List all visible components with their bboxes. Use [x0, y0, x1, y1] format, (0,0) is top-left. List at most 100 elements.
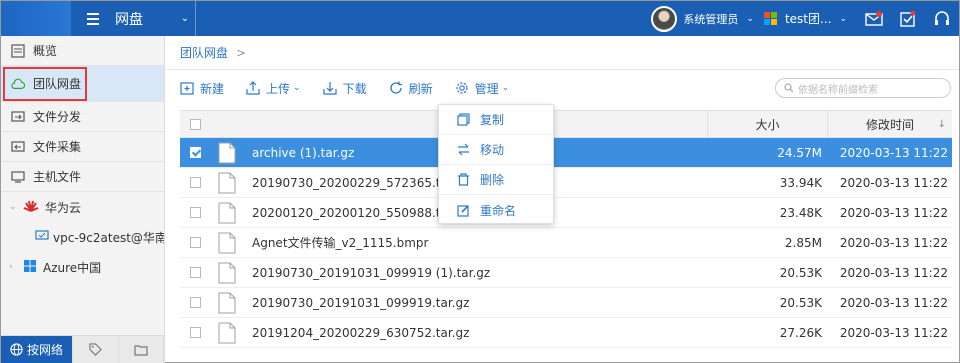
- file-name[interactable]: 20191204_20200229_630752.tar.gz: [252, 326, 469, 340]
- group-label: Azure中国: [43, 260, 102, 275]
- file-size: 20.53K: [779, 295, 822, 310]
- chevron-down-icon: ⌄: [9, 202, 17, 212]
- sidebar-item-label: 概览: [33, 44, 58, 58]
- tasks-icon[interactable]: [897, 8, 919, 30]
- row-checkbox[interactable]: [180, 237, 210, 248]
- sidebar-item-host-files[interactable]: 主机文件: [1, 162, 164, 192]
- distribute-icon: [11, 110, 25, 124]
- sort-down-icon[interactable]: ↓: [938, 119, 946, 130]
- select-all-checkbox[interactable]: [180, 111, 210, 137]
- file-name[interactable]: 20190730_20191031_099919.tar.gz: [252, 296, 469, 310]
- tenant-chevron-down-icon[interactable]: ⌄: [839, 14, 847, 24]
- avatar[interactable]: [651, 5, 678, 32]
- header-time-label: 修改时间: [865, 117, 914, 132]
- app-title[interactable]: 网盘: [115, 9, 175, 29]
- file-icon: [218, 232, 236, 253]
- file-table: 文件 大小 修改时间 ↓ archive (1).tar.gz 24.57M 202…: [180, 110, 952, 348]
- breadcrumb: 团队网盘 >: [166, 36, 959, 70]
- row-checkbox[interactable]: [180, 207, 210, 218]
- group-label: 华为云: [45, 200, 82, 215]
- upload-label: 上传: [266, 81, 291, 96]
- tab-label: 按网络: [27, 343, 64, 357]
- sidebar-item-team-drive[interactable]: 团队网盘: [1, 66, 164, 102]
- menu-label: 重命名: [480, 203, 517, 218]
- table-header: 文件 大小 修改时间 ↓: [180, 110, 952, 138]
- table-row[interactable]: 20190730_20191031_099919 (1).tar.gz 20.53…: [180, 258, 952, 288]
- upload-button[interactable]: 上传 ⌄: [246, 80, 301, 97]
- header-size[interactable]: 大小: [708, 111, 828, 137]
- header-time[interactable]: 修改时间 ↓: [828, 111, 952, 137]
- row-checkbox[interactable]: [180, 147, 210, 158]
- file-size: 33.94K: [779, 175, 822, 190]
- sidebar-item-overview[interactable]: 概览: [1, 36, 164, 66]
- menu-item-rename[interactable]: 重命名: [439, 195, 553, 225]
- sidebar-item-collect[interactable]: 文件采集: [1, 132, 164, 162]
- file-name[interactable]: archive (1).tar.gz: [252, 146, 354, 160]
- user-name[interactable]: 系统管理员: [683, 11, 738, 27]
- table-row[interactable]: Agnet文件传输_v2_1115.bmpr 2.85M 2020-03-13 11…: [180, 228, 952, 258]
- menu-item-delete[interactable]: 删除: [439, 165, 553, 195]
- row-checkbox[interactable]: [180, 267, 210, 278]
- logo: [1, 1, 71, 36]
- sidebar-group-azure[interactable]: › Azure中国: [1, 252, 164, 282]
- file-modified-time: 2020-03-13 11:22: [839, 265, 948, 280]
- tenant-name[interactable]: test团...: [785, 10, 832, 27]
- file-name[interactable]: 20190730_20200229_572365.tar.gz: [252, 176, 469, 190]
- menu-item-move[interactable]: 移动: [439, 135, 553, 165]
- sidebar: 概览 团队网盘 文件分发 文件采集 主机文件 ⌄ 华为云 vpc-9c2ates…: [1, 36, 165, 363]
- manage-label: 管理: [474, 81, 499, 96]
- file-name-cell: 20191204_20200229_630752.tar.gz: [210, 322, 708, 344]
- sidebar-tabs: 按网络: [1, 335, 164, 363]
- menu-label: 删除: [480, 173, 505, 187]
- sidebar-item-distribute[interactable]: 文件分发: [1, 102, 164, 132]
- overview-icon: [11, 43, 25, 58]
- row-checkbox[interactable]: [180, 327, 210, 338]
- mail-icon[interactable]: [863, 8, 885, 30]
- download-icon: [322, 82, 337, 95]
- tag-icon: [89, 343, 102, 356]
- trash-icon: [458, 173, 469, 186]
- menu-item-copy[interactable]: 复制: [439, 105, 553, 135]
- table-row[interactable]: 20190730_20200229_572365.tar.gz 33.94K 202…: [180, 168, 952, 198]
- upload-chevron-down-icon: ⌄: [293, 83, 301, 93]
- refresh-button[interactable]: 刷新: [389, 80, 433, 97]
- tab-by-tag[interactable]: [73, 336, 119, 363]
- file-modified-time: 2020-03-13 11:22: [839, 325, 948, 340]
- tab-by-folder[interactable]: [118, 336, 164, 363]
- file-size: 20.53K: [779, 265, 822, 280]
- manage-dropdown: 复制 移动 删除 重命名: [438, 104, 554, 224]
- windows-icon: [763, 12, 777, 25]
- folder-icon: [134, 344, 148, 356]
- sidebar-item-label: 文件分发: [33, 110, 82, 124]
- file-name[interactable]: 20190730_20191031_099919 (1).tar.gz: [252, 266, 490, 280]
- hamburger-menu-icon[interactable]: [79, 12, 107, 25]
- new-button[interactable]: 新建: [180, 80, 224, 97]
- row-checkbox[interactable]: [180, 297, 210, 308]
- search-placeholder: 依据名称前缀检索: [798, 84, 878, 96]
- chevron-down-icon[interactable]: ⌄: [175, 13, 195, 24]
- search-input[interactable]: 依据名称前缀检索: [775, 78, 951, 98]
- download-button[interactable]: 下载: [322, 80, 367, 97]
- table-row[interactable]: archive (1).tar.gz 24.57M 2020-03-13 11:22: [180, 138, 952, 168]
- table-row[interactable]: 20191204_20200229_630752.tar.gz 27.26K 202…: [180, 318, 952, 348]
- table-row[interactable]: 20200120_20200120_550988.tar.gz 23.48K 202…: [180, 198, 952, 228]
- breadcrumb-root[interactable]: 团队网盘: [180, 44, 228, 61]
- row-checkbox[interactable]: [180, 177, 210, 188]
- sidebar-item-label: 主机文件: [33, 170, 82, 184]
- manage-button[interactable]: 管理 ⌄: [455, 80, 509, 97]
- headset-icon[interactable]: [931, 8, 953, 30]
- sidebar-group-huawei[interactable]: ⌄ 华为云: [1, 192, 164, 222]
- table-row[interactable]: 20190730_20191031_099919.tar.gz 20.53K 202…: [180, 288, 952, 318]
- sidebar-item-vpc[interactable]: vpc-9c2atest@华南...: [1, 222, 164, 252]
- file-name[interactable]: Agnet文件传输_v2_1115.bmpr: [252, 234, 428, 251]
- file-modified-time: 2020-03-13 11:22: [839, 205, 948, 220]
- tab-by-network[interactable]: 按网络: [1, 336, 74, 363]
- refresh-icon: [389, 81, 402, 94]
- user-chevron-down-icon[interactable]: ⌄: [746, 14, 754, 24]
- edit-icon: [457, 204, 469, 217]
- new-icon: [180, 82, 194, 95]
- file-size: 27.26K: [779, 325, 822, 340]
- file-name[interactable]: 20200120_20200120_550988.tar.gz: [252, 206, 469, 220]
- file-size: 24.57M: [777, 145, 822, 160]
- search-icon: [784, 83, 794, 93]
